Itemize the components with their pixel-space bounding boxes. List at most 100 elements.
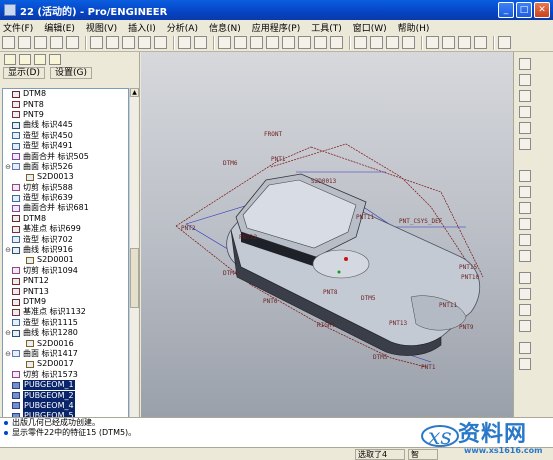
saved-views-icon[interactable] <box>330 36 343 49</box>
sweep-tool-icon[interactable] <box>519 304 531 316</box>
redo-icon[interactable] <box>106 36 119 49</box>
draft-tool-icon[interactable] <box>519 218 531 230</box>
undo-icon[interactable] <box>90 36 103 49</box>
tree-item[interactable]: 基准点 标识1132 <box>3 307 128 317</box>
connections-tab-icon[interactable] <box>49 53 61 65</box>
datum-points-toggle-icon[interactable] <box>458 36 471 49</box>
selected-point[interactable] <box>344 257 348 261</box>
zoom-in-icon[interactable] <box>266 36 279 49</box>
tree-item[interactable]: PNT8 <box>3 99 128 109</box>
tree-item[interactable]: ⊖ 曲线 标识1280 <box>3 328 128 338</box>
paste-icon[interactable] <box>154 36 167 49</box>
menu-info[interactable]: 信息(N) <box>209 21 241 34</box>
tree-item[interactable]: DTM8 <box>3 89 128 99</box>
tree-item[interactable]: S2D0001 <box>3 255 128 265</box>
datum-label[interactable]: PNT_CSYS_DEF <box>399 218 442 225</box>
shading-icon[interactable] <box>402 36 415 49</box>
email-icon[interactable] <box>66 36 79 49</box>
datum-label[interactable]: PNT10 <box>461 274 479 281</box>
menu-view[interactable]: 视图(V) <box>86 21 117 34</box>
tree-item[interactable]: PUBGEOM_2 <box>3 390 128 401</box>
datum-planes-toggle-icon[interactable] <box>426 36 439 49</box>
datum-label[interactable]: FRONT <box>264 131 282 138</box>
open-file-icon[interactable] <box>18 36 31 49</box>
tree-scrollbar[interactable]: ▲ <box>129 88 139 418</box>
style-tool-icon[interactable] <box>519 320 531 332</box>
datum-label[interactable]: PNT15 <box>459 264 477 271</box>
datum-label[interactable]: RIGHT <box>317 322 335 329</box>
datum-label[interactable]: PNT1 <box>271 156 285 163</box>
menu-window[interactable]: 窗口(W) <box>353 21 387 34</box>
datum-curve-tool-icon[interactable] <box>519 90 531 102</box>
minimize-button[interactable]: _ <box>498 2 514 18</box>
rib-tool-icon[interactable] <box>519 202 531 214</box>
chamfer-tool-icon[interactable] <box>519 250 531 262</box>
copy-icon[interactable] <box>138 36 151 49</box>
datum-label[interactable]: DTM4 <box>223 270 237 277</box>
tree-item[interactable]: ⊖ 曲面 标识526 <box>3 162 128 172</box>
datum-point-tool-icon[interactable] <box>519 122 531 134</box>
datum-label[interactable]: PNT12 <box>239 234 257 241</box>
csys-toggle-icon[interactable] <box>474 36 487 49</box>
model-viewport[interactable] <box>141 52 513 417</box>
tree-item[interactable]: PNT9 <box>3 110 128 120</box>
navigation-key[interactable] <box>312 249 370 279</box>
tree-item[interactable]: 造型 标识1115 <box>3 318 128 328</box>
tree-item[interactable]: 造型 标识450 <box>3 131 128 141</box>
tree-item[interactable]: S2D0017 <box>3 359 128 369</box>
menu-file[interactable]: 文件(F) <box>3 21 33 34</box>
tree-item[interactable]: DTM9 <box>3 297 128 307</box>
menu-tools[interactable]: 工具(T) <box>311 21 342 34</box>
datum-label[interactable]: PNT2 <box>181 225 195 232</box>
close-button[interactable]: ✕ <box>534 2 550 18</box>
menu-help[interactable]: 帮助(H) <box>398 21 430 34</box>
tree-item[interactable]: 造型 标识702 <box>3 234 128 244</box>
collapse-toggle-icon[interactable]: ⊖ <box>5 162 11 172</box>
scroll-thumb[interactable] <box>130 248 139 308</box>
tree-item[interactable]: DTM8 <box>3 214 128 224</box>
collapse-toggle-icon[interactable]: ⊖ <box>5 349 11 359</box>
datum-label[interactable]: DTM5 <box>361 295 375 302</box>
revolve-tool-icon[interactable] <box>519 288 531 300</box>
tree-item[interactable]: 曲面合并 标识681 <box>3 203 128 213</box>
datum-label[interactable]: PNT11 <box>356 214 374 221</box>
new-file-icon[interactable] <box>2 36 15 49</box>
cut-icon[interactable] <box>122 36 135 49</box>
favorites-tab-icon[interactable] <box>34 53 46 65</box>
collapse-toggle-icon[interactable]: ⊖ <box>5 245 11 255</box>
tree-item[interactable]: 切剪 标识1094 <box>3 266 128 276</box>
mirror-tool-icon[interactable] <box>519 342 531 354</box>
tree-item[interactable]: 曲线 标识445 <box>3 120 128 130</box>
tree-item[interactable]: 曲面合并 标识505 <box>3 151 128 161</box>
model-tree-tab-icon[interactable] <box>4 53 16 65</box>
selection-filter-icon[interactable] <box>194 36 207 49</box>
orient-mode-icon[interactable] <box>234 36 247 49</box>
extrude-tool-icon[interactable] <box>519 272 531 284</box>
tree-item[interactable]: 造型 标识639 <box>3 193 128 203</box>
refit-icon[interactable] <box>298 36 311 49</box>
scroll-up-arrow[interactable]: ▲ <box>130 88 139 97</box>
tree-item[interactable]: S2D0016 <box>3 338 128 348</box>
datum-label[interactable]: PNT9 <box>459 324 473 331</box>
tree-item[interactable]: 切剪 标识1573 <box>3 370 128 380</box>
regenerate-icon[interactable] <box>178 36 191 49</box>
zoom-out-icon[interactable] <box>282 36 295 49</box>
datum-label[interactable]: PNT11 <box>439 302 457 309</box>
datum-label[interactable]: PNT1 <box>421 364 435 371</box>
datum-label[interactable]: PNT8 <box>323 289 337 296</box>
csys-tool-icon[interactable] <box>519 138 531 150</box>
datum-label[interactable]: PNT13 <box>389 320 407 327</box>
tree-item[interactable]: PNT13 <box>3 286 128 296</box>
sketch-tool-icon[interactable] <box>519 106 531 118</box>
tree-item[interactable]: S2D0013 <box>3 172 128 182</box>
tree-item[interactable]: ⊖ 曲线 标识916 <box>3 245 128 255</box>
tree-item[interactable]: ⊖ 曲面 标识1417 <box>3 349 128 359</box>
menu-applications[interactable]: 应用程序(P) <box>252 21 300 34</box>
datum-plane-tool-icon[interactable] <box>519 58 531 70</box>
merge-tool-icon[interactable] <box>519 358 531 370</box>
wireframe-icon[interactable] <box>354 36 367 49</box>
datum-axes-toggle-icon[interactable] <box>442 36 455 49</box>
spin-center-icon[interactable] <box>218 36 231 49</box>
hidden-line-icon[interactable] <box>370 36 383 49</box>
no-hidden-icon[interactable] <box>386 36 399 49</box>
